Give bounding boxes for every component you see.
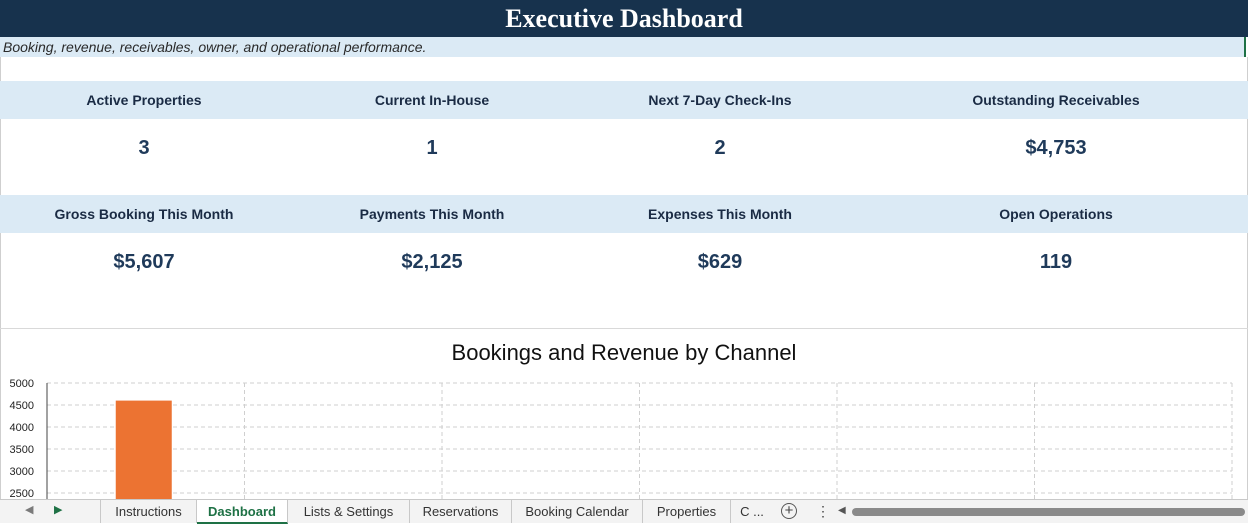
y-tick-label: 4000 bbox=[10, 422, 34, 434]
tab-properties[interactable]: Properties bbox=[643, 500, 731, 523]
kpi-value-expenses: $629 bbox=[697, 251, 743, 273]
kpi-label-outstanding-receivables: Outstanding Receivables bbox=[972, 92, 1140, 108]
tab-truncated[interactable]: C ... bbox=[731, 500, 773, 523]
kpi-label-gross-booking: Gross Booking This Month bbox=[54, 206, 234, 222]
kpi-value-active-properties: 3 bbox=[138, 137, 150, 159]
kpi-label-payments: Payments This Month bbox=[359, 206, 505, 222]
kpi-label-open-operations: Open Operations bbox=[999, 206, 1113, 222]
tab-instructions[interactable]: Instructions bbox=[100, 500, 197, 523]
dashboard-subtitle: Booking, revenue, receivables, owner, an… bbox=[0, 37, 1246, 57]
sheet-tab-bar: ◀ ▶ Instructions Dashboard Lists & Setti… bbox=[0, 499, 1248, 524]
chart-title: Bookings and Revenue by Channel bbox=[451, 340, 797, 365]
kpi-value-current-in-house: 1 bbox=[426, 137, 438, 159]
tab-booking-calendar[interactable]: Booking Calendar bbox=[512, 500, 643, 523]
bookings-revenue-chart[interactable]: 5000 4500 4000 3500 3000 2500 bbox=[0, 370, 1248, 499]
kpi-value-outstanding-receivables: $4,753 bbox=[1025, 137, 1087, 159]
tab-dashboard[interactable]: Dashboard bbox=[197, 500, 288, 524]
kpi-label-expenses: Expenses This Month bbox=[648, 206, 792, 222]
kpi-label-active-properties: Active Properties bbox=[86, 92, 202, 108]
y-tick-label: 2500 bbox=[10, 488, 34, 499]
tab-scroll-right-icon[interactable]: ▶ bbox=[54, 503, 62, 516]
horizontal-scrollbar-thumb[interactable] bbox=[852, 508, 1245, 516]
tab-scroll-left-icon[interactable]: ◀ bbox=[25, 503, 33, 516]
kpi-value-payments: $2,125 bbox=[401, 251, 463, 273]
add-sheet-icon[interactable]: + bbox=[781, 503, 797, 519]
kpi-value-open-operations: 119 bbox=[1039, 251, 1073, 273]
kpi-label-next-7-day-check-ins: Next 7-Day Check-Ins bbox=[648, 92, 792, 108]
kpi-row-1-header: Active Properties Current In-House Next … bbox=[0, 81, 1248, 119]
y-tick-label: 4500 bbox=[10, 400, 34, 412]
kpi-value-gross-booking: $5,607 bbox=[113, 251, 175, 273]
hscroll-left-arrow-icon[interactable]: ◀ bbox=[838, 505, 846, 516]
tab-reservations[interactable]: Reservations bbox=[410, 500, 512, 523]
kpi-label-current-in-house: Current In-House bbox=[374, 92, 490, 108]
kpi-value-next-7-day-check-ins: 2 bbox=[714, 137, 726, 159]
chart-area-border bbox=[0, 328, 1248, 329]
chart-bar[interactable] bbox=[115, 400, 172, 499]
y-tick-label: 3500 bbox=[10, 444, 34, 456]
y-tick-label: 5000 bbox=[10, 378, 34, 390]
y-tick-label: 3000 bbox=[10, 466, 34, 478]
dashboard-title: Executive Dashboard bbox=[0, 0, 1248, 37]
more-options-icon[interactable]: ⋮ bbox=[816, 503, 830, 520]
tab-lists-settings[interactable]: Lists & Settings bbox=[288, 500, 410, 523]
kpi-row-2-header: Gross Booking This Month Payments This M… bbox=[0, 195, 1248, 233]
